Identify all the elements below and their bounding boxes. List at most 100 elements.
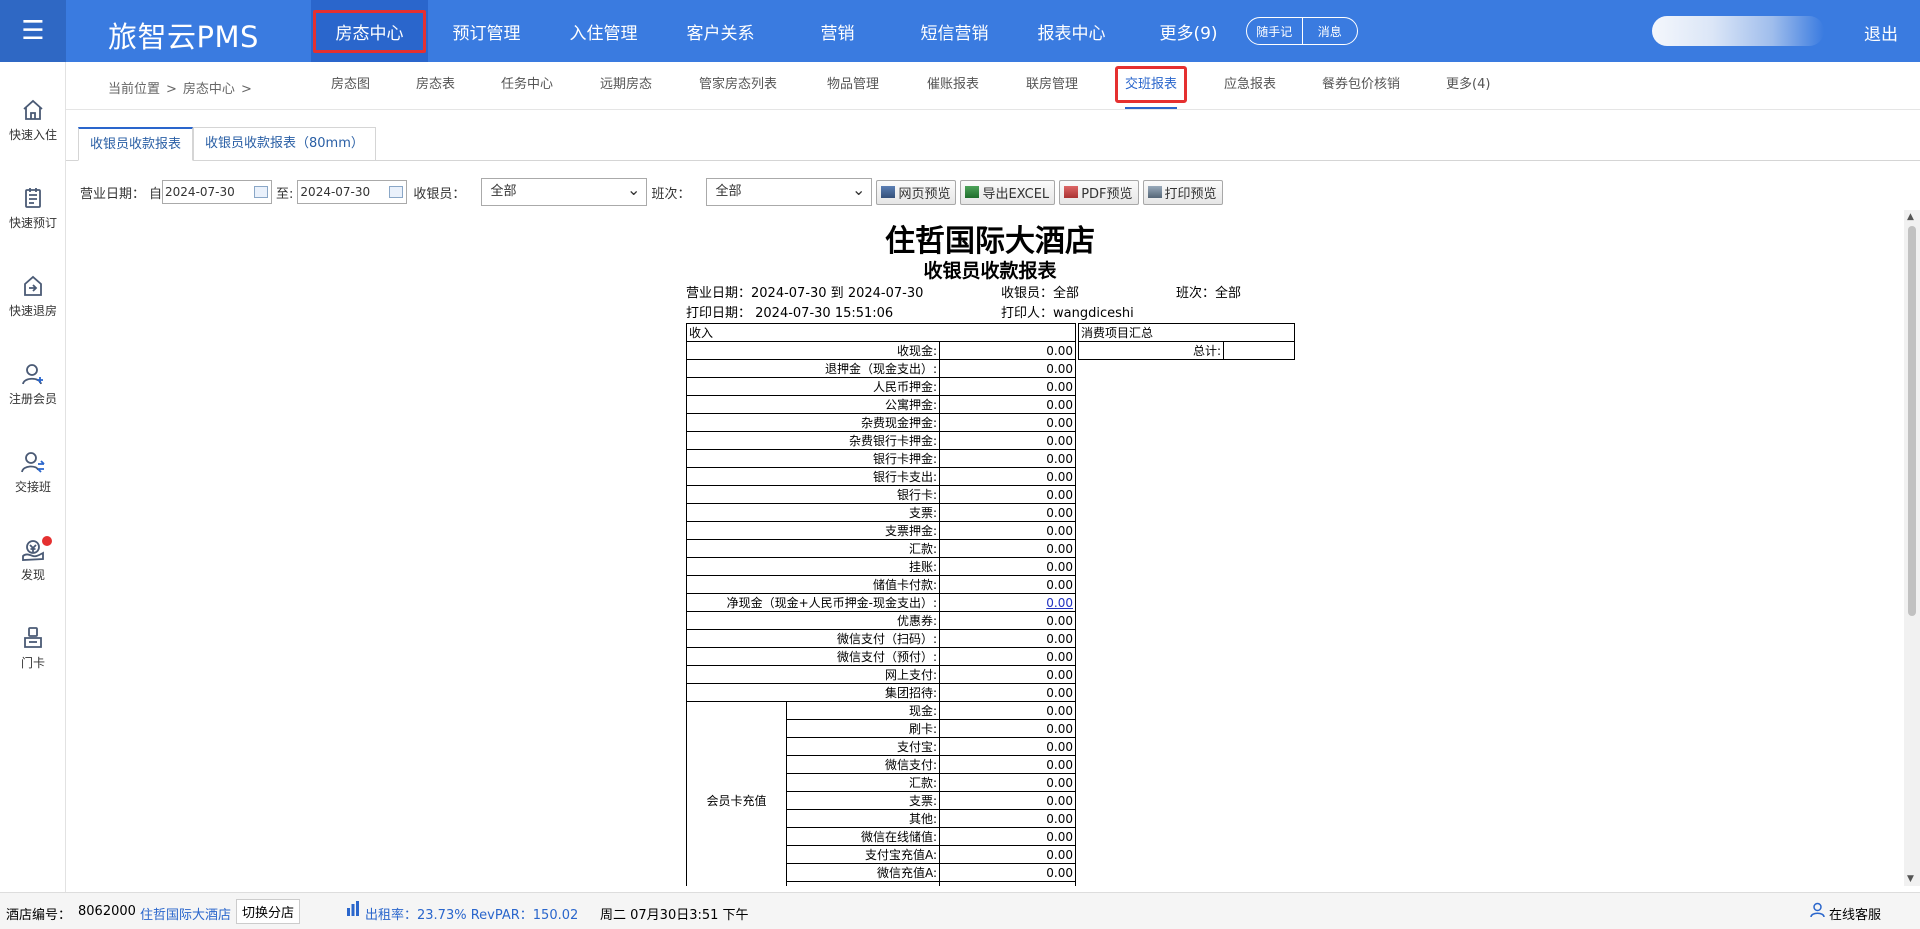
row-value [939, 881, 1076, 886]
row-label: 微信在线储值: [786, 827, 940, 846]
report-scrollbar[interactable]: ▲ ▼ [1904, 210, 1920, 886]
pdf-preview-button[interactable]: PDF预览 [1059, 179, 1139, 205]
row-label: 刷卡: [786, 719, 940, 738]
booking-icon [25, 188, 41, 208]
subnav-task-center[interactable]: 任务中心 [501, 62, 553, 109]
table-row: 杂费银行卡押金: 0.00 [686, 431, 1076, 450]
net-cash-link[interactable]: 0.00 [1046, 596, 1073, 610]
topnav-more[interactable]: 更多(9) [1130, 0, 1247, 62]
table-row: 集团招待: 0.00 [686, 683, 1076, 702]
switch-branch-button[interactable]: 切换分店 [236, 899, 301, 924]
row-label: 集团招待: [686, 683, 940, 702]
top-nav-menu: 房态中心 预订管理 入住管理 客户关系 营销 短信营销 报表中心 更多(9) [311, 0, 1247, 62]
scroll-down-icon[interactable]: ▼ [1907, 874, 1914, 884]
card-icon [24, 627, 42, 648]
subnav-housekeeping-list[interactable]: 管家房态列表 [699, 62, 777, 109]
row-value: 0.00 [939, 467, 1076, 486]
sidebar-item-quick-checkout[interactable]: 快速退房 [0, 274, 66, 344]
cashier-select[interactable]: 全部 [481, 177, 648, 206]
shift-select[interactable]: 全部 [706, 177, 873, 206]
tab-cashier-report[interactable]: 收银员收款报表 [78, 127, 194, 161]
subnav-future-status[interactable]: 远期房态 [600, 62, 652, 109]
print-preview-button[interactable]: 打印预览 [1142, 179, 1223, 205]
topnav-room-status[interactable]: 房态中心 [311, 0, 428, 62]
topnav-marketing[interactable]: 营销 [779, 0, 896, 62]
sidebar-item-room-card[interactable]: 门卡 [0, 626, 66, 696]
scroll-thumb[interactable] [1908, 226, 1916, 616]
breadcrumb-prefix: 当前位置 [108, 82, 161, 97]
sidebar-item-shift-handover[interactable]: 交接班 [0, 450, 66, 520]
subnav-shift-report[interactable]: 交班报表 [1114, 62, 1188, 109]
row-label: 支付宝充值A: [786, 845, 940, 864]
income-header: 收入 [686, 323, 1076, 342]
table-row: 净现金（现金+人民币押金-现金支出）: 0.00 [686, 593, 1076, 612]
row-label: 净现金（现金+人民币押金-现金支出）: [686, 593, 940, 612]
row-value: 0.00 [939, 611, 1076, 630]
topnav-customers[interactable]: 客户关系 [662, 0, 779, 62]
subnav-room-chart[interactable]: 房态图 [331, 62, 370, 109]
table-row: 支票押金: 0.00 [686, 521, 1076, 540]
date-to-input[interactable]: 2024-07-30 [297, 180, 408, 204]
sidebar-item-discover[interactable]: 发现 [0, 536, 66, 608]
report-hotel-name: 住哲国际大酒店 [885, 224, 1095, 259]
sub-navbar: 当前位置 > 房态中心 > 房态图 房态表 任务中心 远期房态 管家房态列表 物品管理… [66, 62, 1920, 110]
row-label: 支票押金: [686, 521, 940, 540]
date-from-input[interactable]: 2024-07-30 [162, 180, 273, 204]
subnav-room-table[interactable]: 房态表 [416, 62, 455, 109]
subnav-more[interactable]: 更多(4) [1446, 62, 1490, 109]
breadcrumb-item[interactable]: 房态中心 [183, 82, 235, 97]
row-value: 0.00 [939, 863, 1076, 882]
row-value: 0.00 [939, 395, 1076, 414]
sidebar-item-quick-checkin[interactable]: 快速入住 [0, 98, 66, 168]
subnav-emergency-report[interactable]: 应急报表 [1224, 62, 1276, 109]
tab-cashier-report-80mm[interactable]: 收银员收款报表（80mm） [193, 127, 376, 161]
row-value: 0.00 [939, 539, 1076, 558]
row-label: 公寓押金: [686, 395, 940, 414]
topnav-sms-marketing[interactable]: 短信营销 [896, 0, 1013, 62]
date-from-value: 2024-07-30 [165, 185, 235, 199]
row-label: 微信支付: [786, 755, 940, 774]
row-label: 储值卡付款: [686, 575, 940, 594]
calendar-icon[interactable] [389, 186, 404, 198]
current-datetime: 周二 07月30日3:51 下午 [600, 908, 749, 923]
date-to-value: 2024-07-30 [300, 185, 371, 199]
business-date-label: 营业日期： [80, 186, 146, 202]
row-label: 收现金: [686, 341, 940, 360]
calendar-icon[interactable] [254, 186, 269, 198]
report-business-date: 营业日期：2024-07-30 到 2024-07-30 [686, 286, 924, 301]
menu-toggle-button[interactable]: ☰ [0, 0, 66, 62]
topnav-checkin[interactable]: 入住管理 [545, 0, 662, 62]
row-label: 杂费现金押金: [686, 413, 940, 432]
subnav-coupon-verify[interactable]: 餐券包价核销 [1322, 62, 1400, 109]
hotel-name-link[interactable]: 住哲国际大酒店 [140, 904, 231, 923]
web-preview-button[interactable]: 网页预览 [876, 179, 957, 205]
sidebar-item-quick-booking[interactable]: 快速预订 [0, 186, 66, 256]
sidebar-item-register-member[interactable]: 注册会员 [0, 362, 66, 432]
member-recharge-group: 会员卡充值 [686, 701, 787, 886]
topnav-reports[interactable]: 报表中心 [1013, 0, 1130, 62]
discover-badge [42, 536, 52, 546]
row-label: 退押金（现金支出）: [686, 359, 940, 378]
topnav-reservations[interactable]: 预订管理 [428, 0, 545, 62]
online-service-link[interactable]: 在线客服 [1829, 904, 1881, 923]
row-value: 0.00 [939, 719, 1076, 738]
row-value: 0.00 [939, 485, 1076, 504]
scroll-up-icon[interactable]: ▲ [1907, 212, 1914, 222]
note-message-pill: 随手记 消息 [1246, 17, 1358, 45]
row-label: 网上支付: [686, 665, 940, 684]
row-label: 微信支付（扫码）: [686, 629, 940, 648]
hotel-no: 8062000 [78, 904, 136, 919]
message-button[interactable]: 消息 [1303, 18, 1358, 44]
cashier-label: 收银员： [413, 186, 466, 202]
subnav-dunning-report[interactable]: 催账报表 [927, 62, 979, 109]
subnav-linked-rooms[interactable]: 联房管理 [1026, 62, 1078, 109]
print-preview-label: 打印预览 [1164, 186, 1217, 202]
table-row: 储值卡付款: 0.00 [686, 575, 1076, 594]
user-avatar-blurred[interactable] [1652, 16, 1824, 46]
note-button[interactable]: 随手记 [1247, 18, 1303, 44]
export-excel-button[interactable]: 导出EXCEL [960, 179, 1056, 205]
logout-button[interactable]: 退出 [1864, 20, 1898, 45]
web-preview-label: 网页预览 [898, 186, 951, 202]
report-title: 收银员收款报表 [923, 260, 1057, 282]
subnav-item-management[interactable]: 物品管理 [827, 62, 879, 109]
